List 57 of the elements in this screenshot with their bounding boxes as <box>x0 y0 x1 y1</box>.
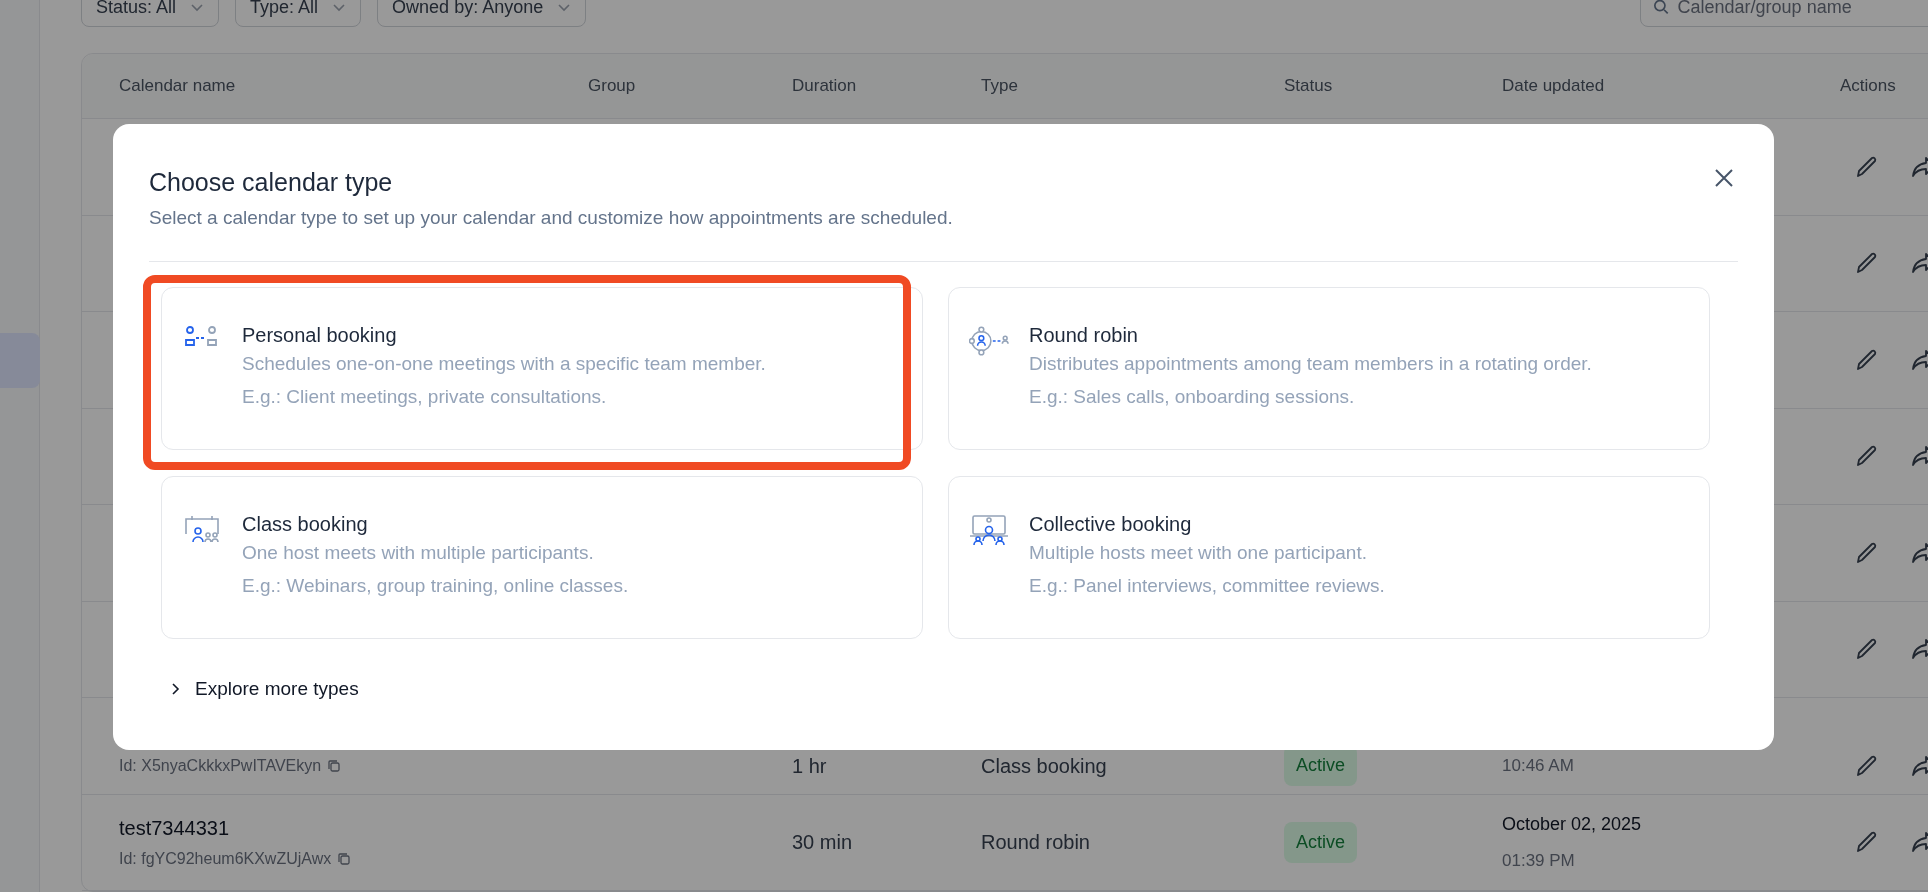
status-badge: Active <box>1284 821 1358 863</box>
calendar-id: Id: X5nyaCkkkxPwITAVEkyn <box>119 755 322 776</box>
time-text: 10:46 AM <box>1502 755 1575 777</box>
calendar-type-card[interactable]: Round robin Distributes appointments among team members in a rotating order. E.g.: Sales calls, onboarding sessions. <box>948 286 1710 450</box>
calendar-type-card[interactable]: Collective booking Multiple hosts meet with one participant. E.g.: Panel interviews, committee reviews. <box>948 475 1710 639</box>
type-title: Collective booking <box>1029 511 1193 537</box>
classroom-icon <box>182 513 222 544</box>
share-arrow-icon[interactable] <box>1910 637 1928 662</box>
filter-dropdown[interactable]: Status: All <box>81 0 220 27</box>
duration-text: 30 min <box>792 831 853 854</box>
type-text: Round robin <box>981 831 1090 854</box>
type-title: Round robin <box>1029 322 1139 348</box>
type-description: Multiple hosts meet with one participant. <box>1029 540 1368 565</box>
filter-dropdown[interactable]: Type: All <box>235 0 362 27</box>
column-header: Date updated <box>1502 75 1606 98</box>
two-people-icon <box>184 324 220 349</box>
calendar-type-card[interactable]: Class booking One host meets with multiple participants. E.g.: Webinars, group training, online classes. <box>161 475 923 639</box>
calendar-id: Id: fgYC92heum6KXwZUjAwx <box>119 849 332 870</box>
people-cycle-icon <box>969 324 1009 357</box>
type-title: Class booking <box>242 511 369 537</box>
type-description: One host meets with multiple participants. <box>242 540 595 565</box>
column-header: Status <box>1284 75 1334 98</box>
modal-title: Choose calendar type <box>149 167 393 198</box>
column-header: Type <box>981 75 1019 98</box>
search-field[interactable]: Calendar/group name <box>1640 0 1928 27</box>
column-header: Duration <box>792 75 858 98</box>
share-arrow-icon[interactable] <box>1910 540 1928 565</box>
type-example: E.g.: Client meetings, private consultations. <box>242 384 608 409</box>
type-description: Schedules one-on-one meetings with a specific team member. <box>242 351 766 376</box>
time-text: 01:39 PM <box>1502 850 1576 872</box>
type-example: E.g.: Webinars, group training, online classes. <box>242 573 629 598</box>
type-title: Personal booking <box>242 322 398 348</box>
share-arrow-icon[interactable] <box>1910 347 1928 372</box>
filter-dropdown[interactable]: Owned by: Anyone <box>377 0 587 27</box>
copy-icon[interactable] <box>337 852 352 867</box>
type-description: Distributes appointments among team members in a rotating order. <box>1029 351 1592 376</box>
search-icon <box>1653 0 1670 16</box>
column-header: Actions <box>1840 75 1897 98</box>
date-text: October 02, 2025 <box>1502 813 1643 836</box>
calendar-type-card[interactable]: Personal booking Schedules one-on-one meetings with a specific team member. E.g.: Client meetings, private consultations. <box>161 286 923 450</box>
close-icon <box>1714 168 1734 188</box>
share-arrow-icon[interactable] <box>1910 753 1928 778</box>
type-example: E.g.: Panel interviews, committee reviews. <box>1029 573 1385 598</box>
share-arrow-icon[interactable] <box>1910 251 1928 276</box>
type-example: E.g.: Sales calls, onboarding sessions. <box>1029 384 1356 409</box>
share-arrow-icon[interactable] <box>1910 444 1928 469</box>
duration-text: 1 hr <box>792 754 827 777</box>
column-header: Group <box>588 75 637 98</box>
modal-subtitle: Select a calendar type to set up your calendar and customize how appointments are scheduled. <box>149 206 954 230</box>
column-header: Calendar name <box>119 75 237 98</box>
share-arrow-icon[interactable] <box>1910 154 1928 179</box>
calendar-name: test7344331 <box>119 816 231 842</box>
explore-more-toggle[interactable]: Explore more types <box>169 674 359 703</box>
copy-icon[interactable] <box>327 758 342 773</box>
share-arrow-icon[interactable] <box>1910 830 1928 855</box>
type-text: Class booking <box>981 754 1107 777</box>
group-presentation-icon <box>969 513 1009 546</box>
